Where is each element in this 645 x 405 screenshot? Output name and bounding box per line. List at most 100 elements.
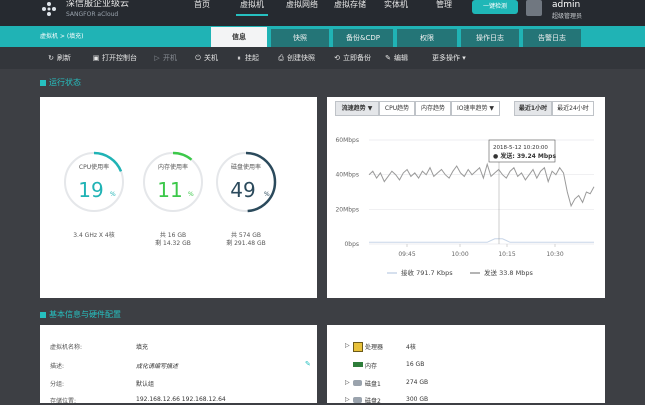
create-snapshot-button[interactable]: ⎙ 创建快照 xyxy=(277,47,315,69)
tab-permission[interactable]: 权限 xyxy=(397,29,457,47)
disk2-expander-icon[interactable]: ▷ xyxy=(345,396,350,403)
tab-alarm-log[interactable]: 告警日志 xyxy=(523,29,581,47)
io-trend-dropdown[interactable]: IO速率趋势 ▼ xyxy=(451,101,500,116)
shutdown-button[interactable]: ⏻ 关机 xyxy=(194,47,218,69)
cpu-trend-button[interactable]: CPU趋势 xyxy=(379,101,415,116)
tab-info[interactable]: 信息 xyxy=(211,27,267,47)
edit-icon: ✎ xyxy=(385,54,391,62)
user-name[interactable]: admin xyxy=(552,0,580,10)
group-value: 默认组 xyxy=(136,381,155,388)
cpu-name: 处理器 xyxy=(365,344,384,351)
cpu-icon xyxy=(353,342,363,352)
memory-gauge-unit: % xyxy=(188,191,194,198)
y-tick-label: 20Mbps xyxy=(335,206,359,213)
legend-item: 接收 791.7 Kbps xyxy=(401,268,453,277)
nav-manage[interactable]: 管理 xyxy=(432,0,456,14)
storage-location-value: 192.168.12.66 192.168.12.64 xyxy=(136,396,226,403)
disk-icon xyxy=(353,380,362,386)
memory-gauge-label: 内存使用率 xyxy=(158,163,188,171)
edit-description-icon[interactable]: ✎ xyxy=(305,360,311,368)
shutdown-icon: ⏻ xyxy=(195,54,201,62)
disk1-expander-icon[interactable]: ▷ xyxy=(345,379,350,386)
memory-trend-button[interactable]: 内存趋势 xyxy=(415,101,451,116)
description-key: 描述: xyxy=(50,363,65,370)
disk2-name: 磁盘2 xyxy=(365,398,381,405)
tab-backup-cdp[interactable]: 备份&CDP xyxy=(333,29,393,47)
avatar[interactable] xyxy=(526,0,542,16)
description-value: 成化请编写描述 xyxy=(136,363,179,370)
power-on-button[interactable]: ▷ 开机 xyxy=(153,47,177,69)
user-role: 超级管理员 xyxy=(552,13,583,20)
sangfor-logo-icon xyxy=(42,2,56,16)
disk-gauge-sub: 共 574 GB 剩 291.48 GB xyxy=(226,232,266,247)
backup-icon: ⟲ xyxy=(334,54,340,62)
snapshot-icon: ⎙ xyxy=(278,54,284,62)
open-console-button[interactable]: ▣ 打开控制台 xyxy=(92,47,137,69)
cpu-expander-icon[interactable]: ▷ xyxy=(345,342,350,349)
cpu-gauge-value: 19 xyxy=(78,178,103,202)
info-panel xyxy=(40,325,317,403)
one-click-check-button[interactable]: 一键检测 xyxy=(472,0,518,14)
status-section-title: 运行状态 xyxy=(40,77,81,88)
play-icon: ▷ xyxy=(154,54,160,62)
x-tick-label: 10:15 xyxy=(498,251,515,258)
tab-snapshot[interactable]: 快照 xyxy=(271,29,329,47)
disk-gauge: 磁盘使用率 49 % xyxy=(215,151,277,213)
disk-icon xyxy=(353,397,362,403)
breadcrumb[interactable]: 虚拟机 > (填充) xyxy=(40,31,84,40)
y-tick-label: 0bps xyxy=(344,241,359,248)
disk-gauge-label: 磁盘使用率 xyxy=(231,163,261,171)
disk1-name: 磁盘1 xyxy=(365,381,381,388)
cpu-value: 4核 xyxy=(406,344,416,351)
logo-text: 深信服企业级云 xyxy=(66,0,130,9)
x-tick-label: 10:30 xyxy=(546,251,563,258)
info-section-title: 基本信息与硬件配置 xyxy=(40,309,121,320)
console-icon: ▣ xyxy=(92,54,100,62)
vm-name-key: 虚拟机名称: xyxy=(50,344,83,351)
nav-virtual-network[interactable]: 虚拟网络 xyxy=(283,0,321,14)
memory-icon xyxy=(353,362,363,367)
x-tick-label: 10:00 xyxy=(451,251,468,258)
cpu-gauge: CPU使用率 19 % xyxy=(63,151,125,213)
refresh-icon: ↻ xyxy=(48,54,54,62)
memory-name: 内存 xyxy=(365,363,378,370)
nav-home[interactable]: 首页 xyxy=(188,0,216,14)
nav-vm[interactable]: 虚拟机 xyxy=(236,0,268,16)
memory-gauge-sub: 共 16 GB 剩 14.32 GB xyxy=(155,232,191,247)
more-actions-button[interactable]: 更多操作 ▾ xyxy=(432,47,466,69)
vm-name-value: 填充 xyxy=(136,344,149,351)
last-24-hours-button[interactable]: 最近24小时 xyxy=(552,101,594,116)
memory-gauge: 内存使用率 11 % xyxy=(142,151,204,213)
refresh-button[interactable]: ↻ 刷新 xyxy=(47,47,71,69)
receive-series-line xyxy=(369,238,594,243)
flow-trend-dropdown[interactable]: 流速趋势 ▼ xyxy=(335,101,379,116)
tooltip-value: ● 发送: 39.24 Mbps xyxy=(493,152,556,160)
backup-now-button[interactable]: ⟲ 立即备份 xyxy=(333,47,371,69)
suspend-icon: ⏸ xyxy=(237,54,241,62)
logo-subtitle: SANGFOR aCloud xyxy=(66,11,119,18)
tab-operation-log[interactable]: 操作日志 xyxy=(461,29,519,47)
suspend-button[interactable]: ⏸ 挂起 xyxy=(235,47,259,69)
send-series-line xyxy=(368,162,595,208)
section-marker-icon xyxy=(40,311,46,318)
disk-gauge-unit: % xyxy=(264,191,270,198)
memory-value: 16 GB xyxy=(406,361,425,368)
storage-location-key: 存储位置: xyxy=(50,398,77,405)
cpu-gauge-sub: 3.4 GHz X 4核 xyxy=(73,232,115,239)
x-tick-label: 09:45 xyxy=(398,251,415,258)
last-1-hour-button[interactable]: 最近1小时 xyxy=(514,101,552,116)
section-marker-icon xyxy=(40,79,46,86)
nav-physical[interactable]: 实体机 xyxy=(381,0,411,14)
cpu-gauge-unit: % xyxy=(110,191,116,198)
tooltip-date: 2018-5-12 10:20:00 xyxy=(493,145,548,151)
memory-gauge-value: 11 xyxy=(157,178,182,202)
traffic-chart: 60Mbps 40Mbps 20Mbps 0bps 09:45 10:00 10:15 10:… xyxy=(335,137,595,277)
edit-button[interactable]: ✎ 编辑 xyxy=(384,47,408,69)
nav-virtual-storage[interactable]: 虚拟存储 xyxy=(331,0,369,14)
disk2-value: 300 GB xyxy=(406,396,429,403)
cpu-gauge-label: CPU使用率 xyxy=(79,163,109,171)
legend-item: 发送 33.8 Mbps xyxy=(484,268,533,277)
y-tick-label: 60Mbps xyxy=(335,137,359,144)
disk-gauge-value: 49 xyxy=(230,178,255,202)
disk1-value: 274 GB xyxy=(406,379,429,386)
